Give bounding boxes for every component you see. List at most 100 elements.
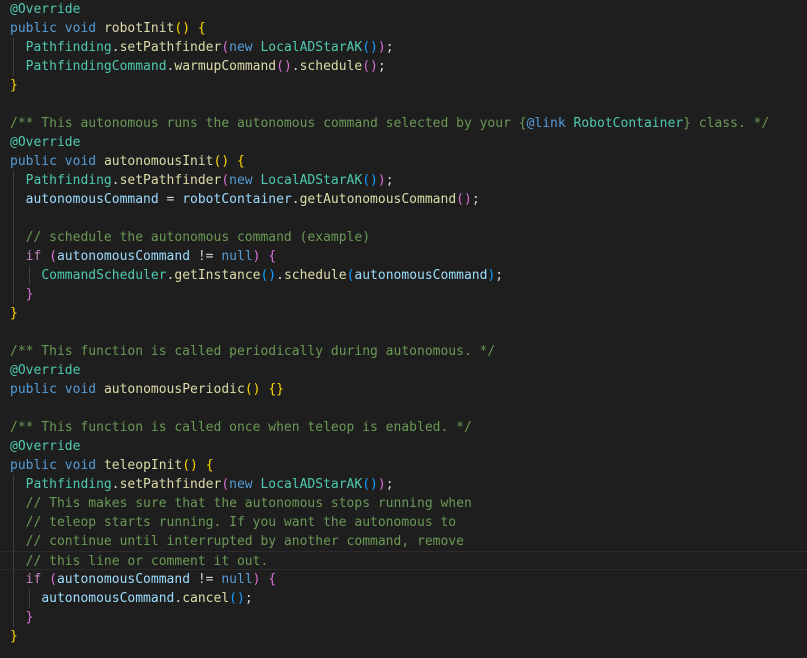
code-line[interactable]: @Override: [0, 0, 807, 19]
code-token: // continue until interrupted by another…: [25, 534, 464, 549]
code-token: PathfindingCommand: [25, 59, 167, 74]
code-token: @link: [526, 116, 566, 131]
code-line[interactable]: }: [0, 76, 807, 95]
code-token: {: [268, 572, 277, 587]
code-token: }: [25, 610, 34, 625]
code-line[interactable]: @Override: [0, 361, 807, 380]
code-line[interactable]: public void autonomousPeriodic() {}: [0, 380, 807, 399]
code-token: setPathfinder: [119, 40, 222, 55]
code-line[interactable]: // This makes sure that the autonomous s…: [0, 494, 807, 513]
code-token: }: [10, 306, 18, 321]
code-token: // This makes sure that the autonomous s…: [25, 496, 472, 511]
code-token: void: [64, 458, 97, 473]
code-token: RobotContainer: [573, 116, 684, 131]
code-token: {: [237, 154, 245, 169]
code-line[interactable]: [0, 95, 807, 114]
code-line[interactable]: public void teleopInit() {: [0, 456, 807, 475]
code-token: LocalADStarAK: [260, 477, 363, 492]
code-line[interactable]: [0, 209, 807, 228]
code-line[interactable]: autonomousCommand.cancel();: [0, 589, 807, 608]
code-token: warmupCommand: [174, 59, 277, 74]
indent-guide: [13, 552, 14, 569]
code-token: autonomousCommand: [41, 591, 175, 606]
code-line[interactable]: }: [0, 627, 807, 646]
indent-guide: [13, 228, 14, 247]
code-token: .: [111, 173, 120, 188]
indent-guide: [13, 570, 14, 589]
code-token: ;: [377, 59, 386, 74]
code-token: (): [229, 591, 245, 606]
code-token: public: [10, 21, 57, 36]
code-line[interactable]: // this line or comment it out.: [0, 551, 807, 570]
code-line[interactable]: public void robotInit() {: [0, 19, 807, 38]
code-token: =: [158, 192, 183, 207]
code-token: }: [10, 78, 18, 93]
code-token: public: [10, 154, 57, 169]
code-token: ): [377, 40, 386, 55]
code-token: .: [111, 477, 120, 492]
indent-guide: [13, 608, 14, 627]
code-token: // this line or comment it out.: [25, 554, 269, 569]
code-token: autonomousCommand: [56, 572, 191, 587]
code-line[interactable]: Pathfinding.setPathfinder(new LocalADSta…: [0, 38, 807, 57]
code-token: public: [10, 458, 57, 473]
indent-guide: [13, 190, 14, 209]
code-line[interactable]: if (autonomousCommand != null) {: [0, 570, 807, 589]
code-token: .: [291, 59, 300, 74]
code-line[interactable]: [0, 323, 807, 342]
code-line[interactable]: PathfindingCommand.warmupCommand().sched…: [0, 57, 807, 76]
code-token: {: [197, 21, 206, 36]
code-line[interactable]: autonomousCommand = robotContainer.getAu…: [0, 190, 807, 209]
code-token: }: [25, 287, 34, 302]
code-token: {: [205, 458, 214, 473]
code-token: LocalADStarAK: [260, 173, 363, 188]
code-token: } class. */: [683, 116, 770, 131]
code-token: (): [456, 192, 472, 207]
code-token: (): [362, 59, 378, 74]
code-token: /** This function is called once when te…: [10, 420, 472, 435]
code-token: (): [182, 458, 198, 473]
code-token: getInstance: [174, 268, 261, 283]
code-token: .: [111, 40, 120, 55]
code-token: ;: [495, 268, 504, 283]
code-line[interactable]: /** This autonomous runs the autonomous …: [0, 114, 807, 133]
indent-guide: [13, 266, 14, 285]
code-line[interactable]: @Override: [0, 437, 807, 456]
code-line[interactable]: @Override: [0, 133, 807, 152]
code-token: .: [276, 268, 284, 283]
code-line[interactable]: if (autonomousCommand != null) {: [0, 247, 807, 266]
code-line[interactable]: Pathfinding.setPathfinder(new LocalADSta…: [0, 475, 807, 494]
code-line[interactable]: }: [0, 285, 807, 304]
code-line[interactable]: /** This function is called once when te…: [0, 418, 807, 437]
code-token: ;: [244, 591, 253, 606]
code-token: Pathfinding: [25, 173, 112, 188]
code-line[interactable]: }: [0, 304, 807, 323]
code-line[interactable]: }: [0, 608, 807, 627]
code-token: ;: [385, 173, 394, 188]
code-line[interactable]: // continue until interrupted by another…: [0, 532, 807, 551]
code-line[interactable]: CommandScheduler.getInstance().schedule(…: [0, 266, 807, 285]
code-token: (: [221, 173, 230, 188]
code-editor[interactable]: @Override public void robotInit() { Pathf…: [0, 0, 807, 658]
code-line[interactable]: // schedule the autonomous command (exam…: [0, 228, 807, 247]
code-token: Pathfinding: [25, 477, 112, 492]
code-token: autonomousInit: [103, 154, 214, 169]
code-token: autonomousCommand: [354, 268, 488, 283]
code-line[interactable]: /** This function is called periodically…: [0, 342, 807, 361]
code-line[interactable]: // teleop starts running. If you want th…: [0, 513, 807, 532]
code-line[interactable]: public void autonomousInit() {: [0, 152, 807, 171]
code-token: (): [213, 154, 230, 169]
indent-guide: [13, 589, 14, 608]
code-token: LocalADStarAK: [260, 40, 363, 55]
code-line[interactable]: [0, 399, 807, 418]
indent-guide: [28, 589, 30, 608]
code-token: // teleop starts running. If you want th…: [25, 515, 457, 530]
code-line[interactable]: Pathfinding.setPathfinder(new LocalADSta…: [0, 171, 807, 190]
